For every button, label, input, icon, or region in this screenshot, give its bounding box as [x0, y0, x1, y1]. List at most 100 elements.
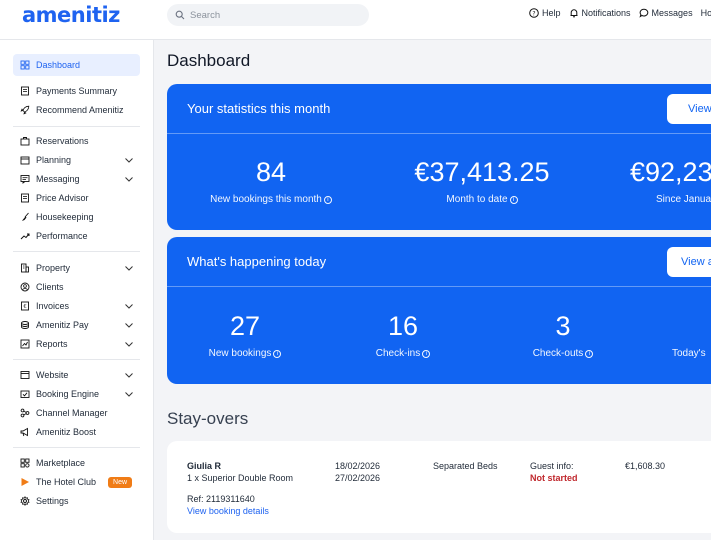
calendar-icon — [19, 155, 30, 166]
page-title: Dashboard — [167, 51, 251, 70]
messages-label: Messages — [651, 8, 693, 18]
sidebar-item-settings[interactable]: Settings — [13, 490, 140, 512]
sidebar-item-recommend[interactable]: Recommend Amenitiz — [13, 99, 140, 121]
view-statistics-button[interactable]: View — [667, 94, 711, 124]
svg-text:€: € — [23, 304, 26, 310]
document-icon — [19, 193, 30, 204]
chevron-down-icon[interactable] — [124, 263, 134, 273]
sidebar-item-label: Invoices — [36, 301, 70, 311]
info-icon[interactable]: i — [323, 196, 332, 204]
stat-label: Check-outs i — [513, 348, 613, 359]
chart-icon — [19, 339, 30, 350]
sidebar-item-label: Planning — [36, 155, 72, 165]
stat-label-text: Since Janua — [656, 194, 711, 205]
stat-month-to-date: €37,413.25 Month to date i — [407, 157, 557, 205]
search-icon — [175, 10, 185, 20]
stat-value: 3 — [555, 311, 571, 341]
stat-value: €92,23 — [630, 157, 711, 187]
booking-amount: €1,608.30 — [625, 461, 666, 471]
chevron-down-icon[interactable] — [124, 389, 134, 399]
play-icon — [19, 477, 30, 488]
notifications-label: Notifications — [581, 8, 631, 18]
search-input[interactable] — [190, 9, 350, 21]
notifications-link[interactable]: Notifications — [569, 8, 631, 18]
info-icon[interactable]: i — [509, 196, 518, 204]
stat-check-outs: 3 Check-outs i — [513, 311, 613, 359]
help-link[interactable]: ? Help — [529, 8, 561, 18]
coins-icon — [19, 320, 30, 331]
check-in-date: 18/02/2026 — [335, 461, 381, 471]
broom-icon — [19, 212, 30, 223]
stat-new-bookings-today: 27 New bookings i — [195, 311, 295, 359]
channels-icon — [19, 408, 30, 419]
stayovers-title: Stay-overs — [167, 409, 249, 428]
info-icon[interactable]: i — [273, 350, 282, 358]
stat-label: Month to date i — [407, 194, 557, 205]
sidebar-item-label: The Hotel Club — [36, 477, 97, 487]
stat-label: Today's — [672, 348, 706, 359]
today-card-header: What's happening today View a — [167, 237, 711, 287]
search-box[interactable] — [167, 4, 369, 26]
sidebar-item-amenitiz-boost[interactable]: Amenitiz Boost — [13, 421, 140, 443]
check-out-date: 27/02/2026 — [335, 473, 381, 483]
stat-check-ins: 16 Check-ins i — [353, 311, 453, 359]
statistics-title: Your statistics this month — [187, 101, 331, 116]
bed-type: Separated Beds — [433, 461, 498, 471]
messages-link[interactable]: Messages — [638, 8, 693, 18]
engine-icon — [19, 389, 30, 400]
stat-label: Since Janua — [656, 194, 711, 205]
top-bar: amenitiz ? Help Notifications Messages H… — [0, 0, 711, 40]
sidebar-item-label: Property — [36, 263, 71, 273]
sidebar-item-label: Housekeeping — [36, 212, 94, 222]
info-icon[interactable]: i — [422, 350, 431, 358]
stat-since-january: €92,23 Since Janua — [630, 157, 711, 205]
today-title: What's happening today — [187, 254, 327, 269]
sidebar-item-label: Messaging — [36, 174, 80, 184]
sidebar-item-reports[interactable]: Reports — [13, 333, 140, 355]
sidebar-item-label: Amenitiz Pay — [36, 320, 89, 330]
chevron-down-icon[interactable] — [124, 155, 134, 165]
amenitiz-logo[interactable]: amenitiz — [22, 3, 120, 27]
stat-label-text: Today's — [672, 348, 706, 359]
building-icon — [19, 263, 30, 274]
room-type: 1 x Superior Double Room — [187, 473, 294, 483]
chevron-down-icon[interactable] — [124, 174, 134, 184]
sidebar-item-label: Reports — [36, 339, 68, 349]
hotel-label: Hote — [700, 8, 711, 18]
sidebar-item-dashboard[interactable]: Dashboard — [13, 54, 140, 76]
stat-label-text: New bookings this month — [210, 194, 322, 205]
view-all-today-button[interactable]: View a — [667, 247, 711, 277]
sidebar-item-label: Amenitiz Boost — [36, 427, 97, 437]
users-icon — [19, 282, 30, 293]
chevron-down-icon[interactable] — [124, 339, 134, 349]
suitcase-icon — [19, 136, 30, 147]
statistics-card-header: Your statistics this month View — [167, 84, 711, 134]
sidebar-item-label: Booking Engine — [36, 389, 100, 399]
sidebar-item-label: Recommend Amenitiz — [36, 105, 124, 115]
sidebar-item-label: Reservations — [36, 136, 89, 146]
sidebar-item-label: Clients — [36, 282, 64, 292]
rocket-icon — [19, 105, 30, 116]
sidebar-item-label: Price Advisor — [36, 193, 89, 203]
sidebar-divider — [13, 359, 140, 360]
info-icon[interactable]: i — [585, 350, 594, 358]
chevron-down-icon[interactable] — [124, 370, 134, 380]
chevron-down-icon[interactable] — [124, 301, 134, 311]
sidebar-item-label: Settings — [36, 496, 69, 506]
sidebar-divider — [13, 251, 140, 252]
chevron-down-icon[interactable] — [124, 320, 134, 330]
sidebar-item-label: Channel Manager — [36, 408, 108, 418]
question-icon: ? — [529, 8, 539, 18]
gear-icon — [19, 496, 30, 507]
hotel-menu[interactable]: Hote — [701, 8, 711, 18]
guest-info-status: Not started — [530, 473, 578, 483]
invoice-icon: € — [19, 301, 30, 312]
sidebar-item-performance[interactable]: Performance — [13, 225, 140, 247]
stat-label-text: Check-ins — [375, 348, 421, 359]
view-booking-details-link[interactable]: View booking details — [187, 506, 269, 516]
stat-value: 16 — [387, 311, 419, 341]
stat-label-text: Check-outs — [532, 348, 584, 359]
stat-today: Today's — [672, 311, 706, 359]
stat-label: New bookings i — [195, 348, 295, 359]
stat-value: €37,413.25 — [414, 157, 550, 187]
